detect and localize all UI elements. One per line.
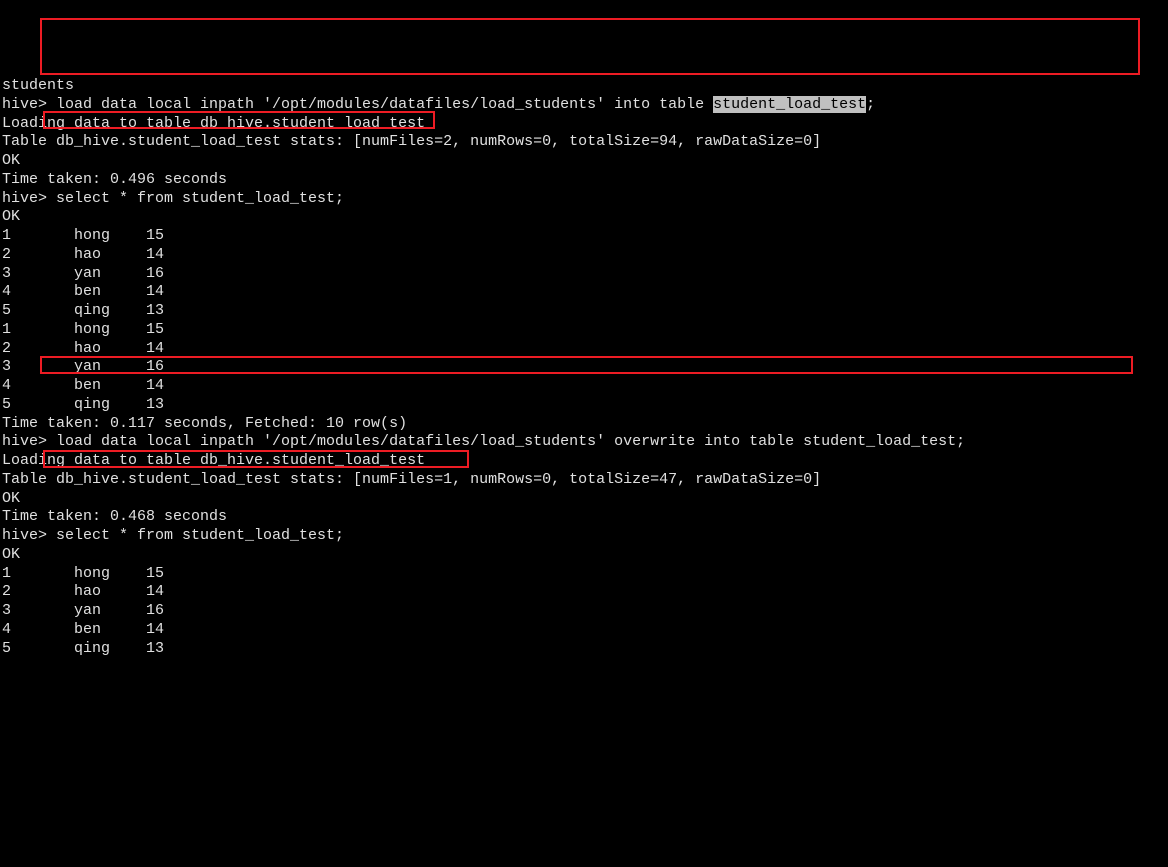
result-row: 1 hong 15 [2, 227, 1166, 246]
result-row: 5 qing 13 [2, 640, 1166, 659]
result-row: 1 hong 15 [2, 565, 1166, 584]
out-stats-1: Table db_hive.student_load_test stats: [… [2, 133, 1166, 152]
time-2: Time taken: 0.117 seconds, Fetched: 10 r… [2, 415, 1166, 434]
time-3: Time taken: 0.468 seconds [2, 508, 1166, 527]
result-row: 5 qing 13 [2, 396, 1166, 415]
result-row: 4 ben 14 [2, 377, 1166, 396]
result-row: 5 qing 13 [2, 302, 1166, 321]
result-row: 4 ben 14 [2, 621, 1166, 640]
result-row: 2 hao 14 [2, 246, 1166, 265]
ok-3: OK [2, 490, 1166, 509]
ok-4: OK [2, 546, 1166, 565]
hive-select-cmd-2: hive> select * from student_load_test; [2, 527, 1166, 546]
prev-line: students [2, 77, 1166, 96]
result-row: 3 yan 16 [2, 358, 1166, 377]
hive-select-cmd-1: hive> select * from student_load_test; [2, 190, 1166, 209]
result-row: 2 hao 14 [2, 340, 1166, 359]
result-row: 3 yan 16 [2, 265, 1166, 284]
out-loading-1: Loading data to table db_hive.student_lo… [2, 115, 1166, 134]
time-1: Time taken: 0.496 seconds [2, 171, 1166, 190]
out-loading-2: Loading data to table db_hive.student_lo… [2, 452, 1166, 471]
ok-1: OK [2, 152, 1166, 171]
terminal-output: studentshive> load data local inpath '/o… [2, 77, 1166, 658]
result-row: 3 yan 16 [2, 602, 1166, 621]
ok-2: OK [2, 208, 1166, 227]
hive-load-cmd-1: hive> load data local inpath '/opt/modul… [2, 96, 1166, 115]
result-row: 4 ben 14 [2, 283, 1166, 302]
hive-load-cmd-2: hive> load data local inpath '/opt/modul… [2, 433, 1166, 452]
result-row: 2 hao 14 [2, 583, 1166, 602]
result-row: 1 hong 15 [2, 321, 1166, 340]
selected-text: student_load_test [713, 96, 866, 113]
highlight-box-1 [40, 18, 1140, 75]
out-stats-2: Table db_hive.student_load_test stats: [… [2, 471, 1166, 490]
